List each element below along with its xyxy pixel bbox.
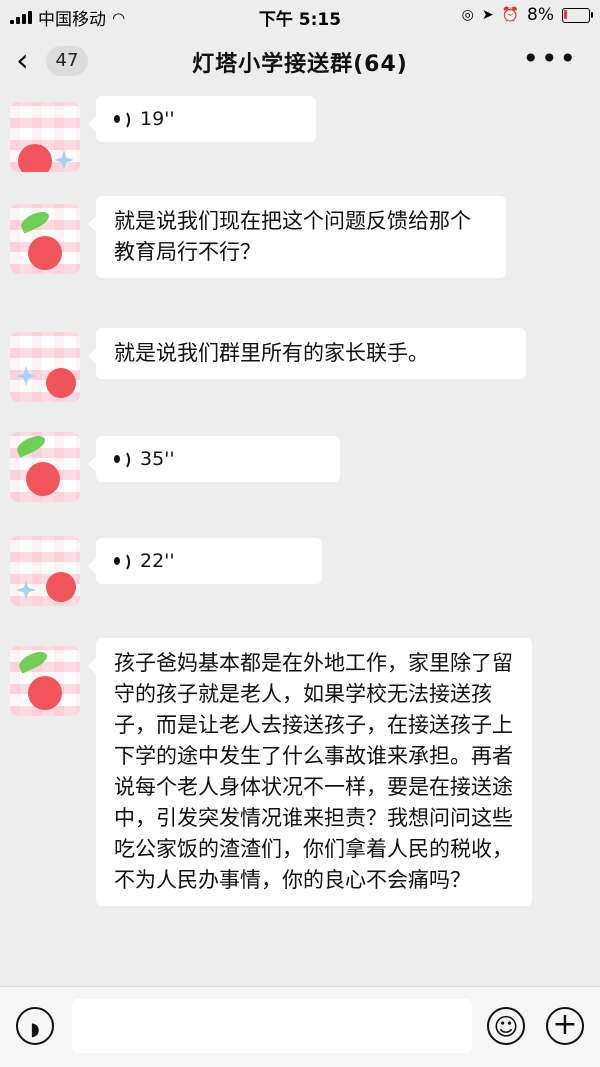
more-button[interactable]: ••• (522, 42, 578, 75)
voice-wave-icon (114, 109, 130, 130)
leaf-icon (14, 432, 48, 458)
voice-wave-icon: ◗ (30, 1019, 40, 1040)
text-message[interactable]: 就是说我们群里所有的家长联手。 (88, 328, 526, 379)
input-bar: ◗ ☺ + (0, 986, 600, 1067)
voice-wave-icon (114, 449, 130, 470)
status-bar: 中国移动 ◠ 下午 5:15 ◎ ➤ ⏰ 8% (0, 0, 600, 30)
voice-message[interactable]: 19'' (88, 96, 316, 142)
battery-icon (562, 7, 593, 23)
avatar[interactable] (10, 102, 80, 172)
location-icon: ➤ (481, 7, 494, 23)
voice-duration: 22'' (140, 549, 175, 572)
voice-wave-icon (114, 551, 130, 572)
alarm-icon: ⏰ (501, 7, 520, 23)
leaf-icon (16, 648, 50, 674)
sparkle-icon (16, 366, 36, 386)
avatar[interactable] (10, 536, 80, 606)
text-message[interactable]: 孩子爸妈基本都是在外地工作，家里除了留守的孩子就是老人，如果学校无法接送孩子，而… (88, 638, 532, 906)
voice-duration: 19'' (140, 107, 175, 130)
voice-message[interactable]: 35'' (88, 436, 340, 482)
sparkle-icon (16, 580, 36, 600)
chat-title: 灯塔小学接送群(64) (192, 52, 408, 77)
more-actions-button[interactable]: + (546, 1007, 584, 1045)
message-text: 就是说我们群里所有的家长联手。 (114, 341, 429, 365)
voice-duration: 35'' (140, 447, 175, 470)
cherry-icon (26, 462, 60, 496)
leaf-icon (18, 208, 52, 234)
message-text: 孩子爸妈基本都是在外地工作，家里除了留守的孩子就是老人，如果学校无法接送孩子，而… (114, 651, 513, 892)
plus-icon: + (552, 1007, 578, 1042)
emoji-button[interactable]: ☺ (487, 1007, 525, 1045)
cherry-icon (46, 572, 76, 602)
cherry-icon (28, 236, 62, 270)
voice-message[interactable]: 22'' (88, 538, 322, 584)
chat-header: ‹ 47 灯塔小学接送群(64) ••• (0, 30, 600, 92)
avatar[interactable] (10, 646, 80, 716)
message-list[interactable]: 19'' 就是说我们现在把这个问题反馈给那个教育局行不行？ 就是说我们群里所有的… (0, 92, 600, 986)
cherry-icon (28, 676, 62, 710)
lock-rotation-icon: ◎ (461, 7, 474, 23)
sparkle-icon (54, 150, 74, 170)
avatar[interactable] (10, 432, 80, 502)
text-message[interactable]: 就是说我们现在把这个问题反馈给那个教育局行不行？ (88, 196, 506, 278)
cherry-icon (18, 144, 52, 172)
cherry-icon (46, 368, 76, 398)
message-input[interactable] (72, 999, 472, 1053)
voice-input-button[interactable]: ◗ (16, 1007, 54, 1045)
smiley-face-icon: ☺ (493, 1013, 519, 1041)
message-text: 就是说我们现在把这个问题反馈给那个教育局行不行？ (114, 209, 471, 264)
avatar[interactable] (10, 204, 80, 274)
avatar[interactable] (10, 332, 80, 402)
battery-percent: 8% (527, 5, 554, 25)
